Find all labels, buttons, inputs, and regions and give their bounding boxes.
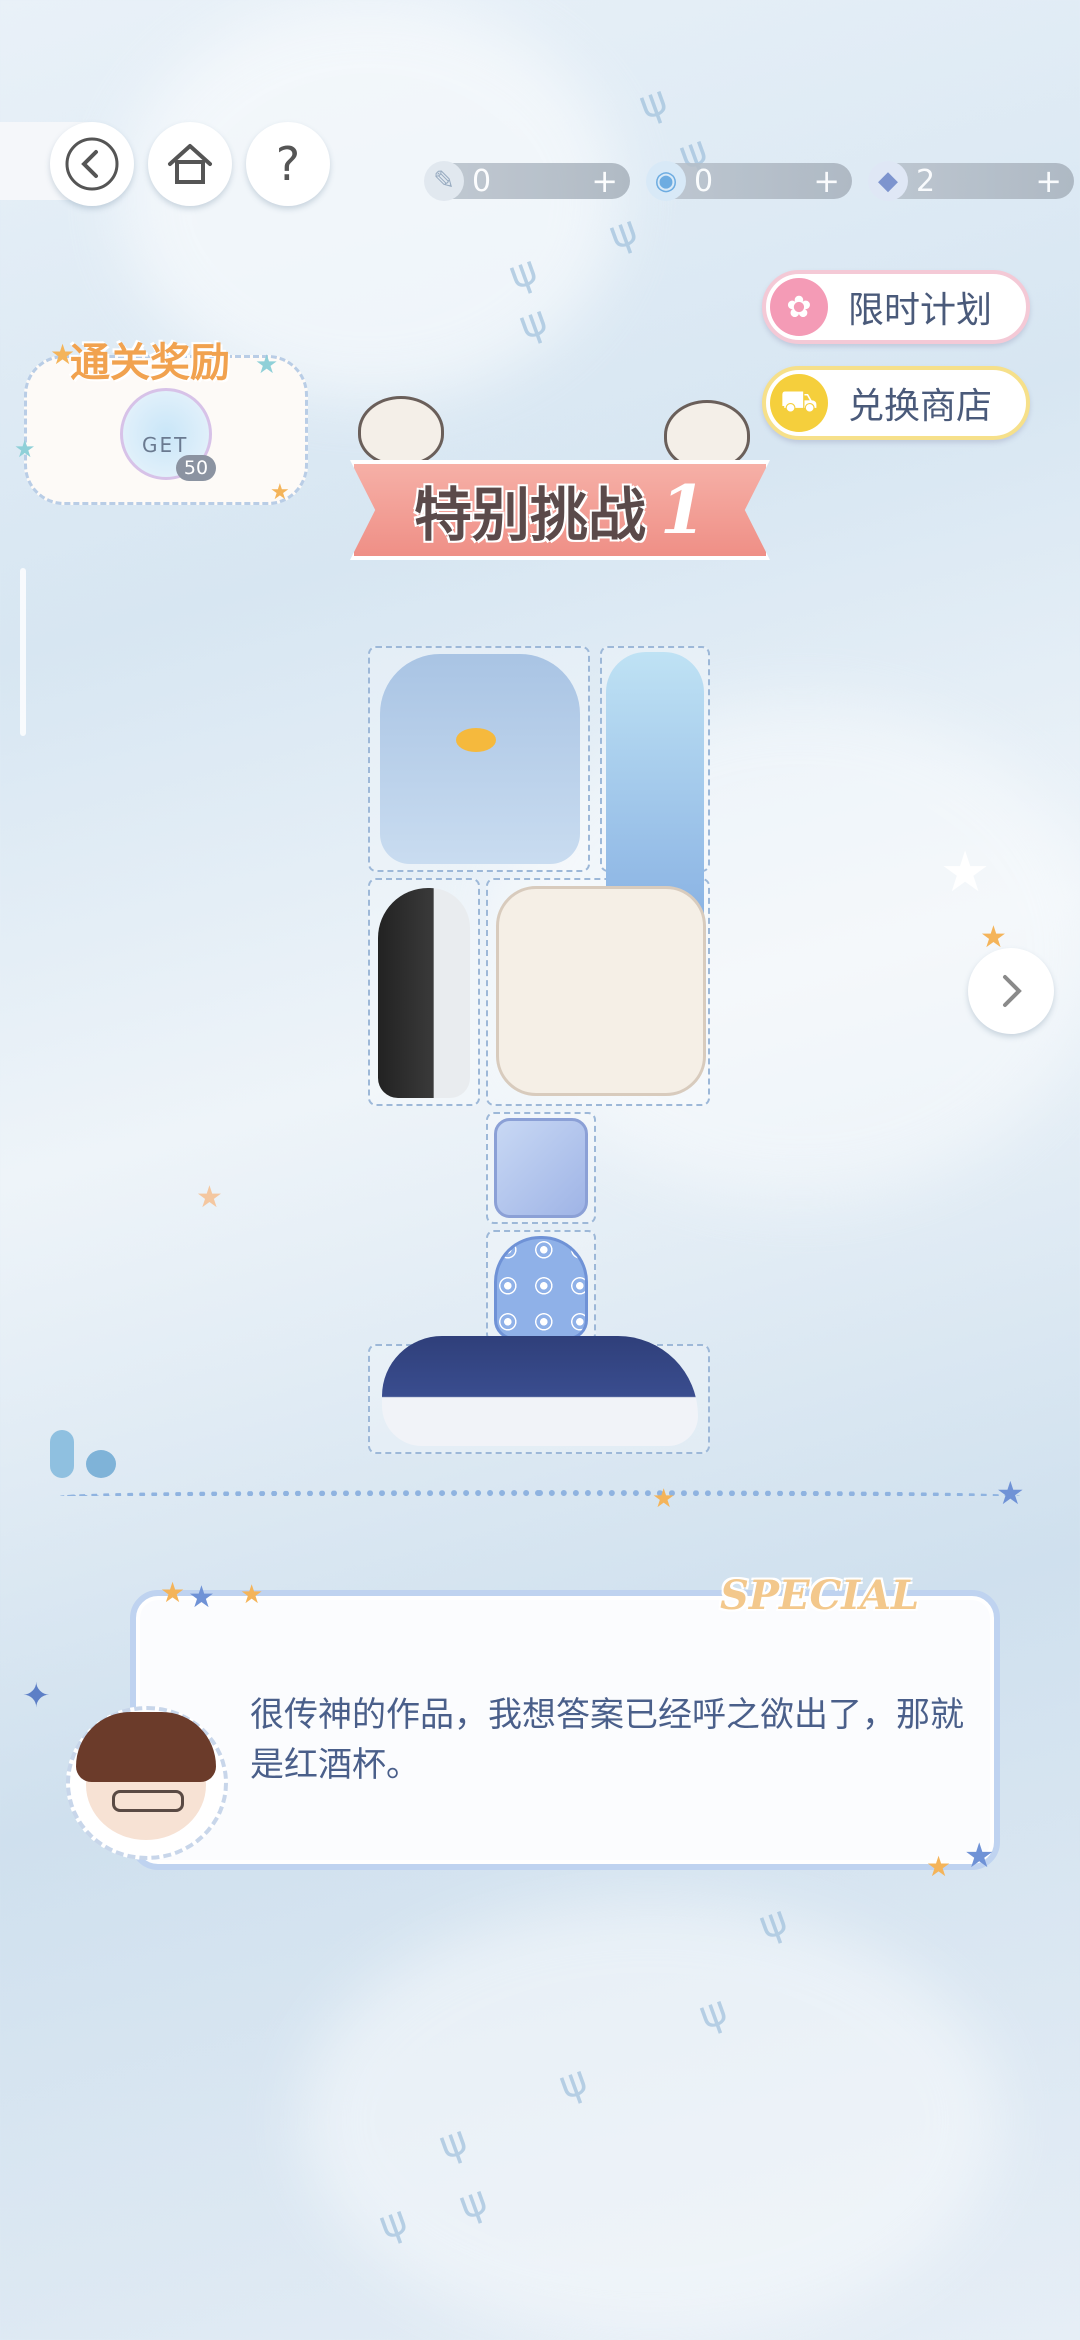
resource-brush[interactable]: ✎ 0 +: [424, 161, 630, 201]
star-icon: ★: [996, 1474, 1025, 1512]
resource-gem[interactable]: ◆ 2 +: [868, 161, 1074, 201]
brush-icon: ✎: [424, 161, 464, 201]
limited-plan-button[interactable]: ✿ 限时计划: [762, 270, 1030, 344]
polar-bear-piece[interactable]: [496, 886, 706, 1096]
star-icon: ★: [188, 1580, 215, 1615]
star-icon: ★: [980, 920, 1007, 955]
star-icon: ★: [240, 1580, 264, 1610]
star-icon: ★: [255, 350, 279, 380]
chevron-right-icon: [1003, 975, 1022, 1007]
lollipop-icon: ◉: [646, 161, 686, 201]
star-icon: ★: [270, 480, 290, 505]
blue-penguin-piece[interactable]: [380, 654, 580, 864]
plus-icon[interactable]: +: [591, 162, 618, 200]
bg-glow-bottom: [300, 1900, 1000, 2340]
gift-icon: ✿: [770, 278, 828, 336]
resource-value: 0: [472, 163, 492, 199]
resource-lollipop[interactable]: ◉ 0 +: [646, 161, 852, 201]
star-icon: ★: [926, 1850, 952, 1883]
limited-plan-label: 限时计划: [848, 290, 993, 331]
star-icon: ★: [14, 435, 36, 463]
help-button[interactable]: ?: [246, 122, 330, 206]
level-title: 特别挑战: [414, 481, 647, 549]
dialog-text: 很传神的作品，我想答案已经呼之欲出了，那就是红酒杯。: [250, 1695, 964, 1785]
star-icon: ★: [50, 338, 76, 371]
sliding-penguin-piece[interactable]: [382, 1336, 698, 1446]
home-button[interactable]: [148, 122, 232, 206]
level-number: 1: [660, 471, 706, 549]
star-icon: ★: [940, 840, 991, 905]
little-penguins-decoration: [50, 1430, 120, 1480]
penguin-beak: [456, 728, 496, 752]
level-title-banner: 特别挑战 1: [350, 460, 770, 560]
scroll-indicator[interactable]: [20, 568, 26, 736]
flower-egg-piece[interactable]: [494, 1236, 588, 1340]
dotted-path-decoration: [60, 1490, 1020, 1502]
star-icon: ★: [196, 1180, 223, 1215]
glasses-icon: [112, 1790, 184, 1812]
home-icon: [168, 144, 212, 184]
next-level-button[interactable]: [968, 948, 1054, 1034]
resource-value: 2: [916, 163, 936, 199]
help-icon: ?: [275, 137, 301, 191]
back-arrow-icon: [65, 137, 119, 191]
chick-mascot-right: [664, 400, 750, 470]
star-icon: ★: [160, 1576, 186, 1609]
special-badge: SPECIAL: [720, 1572, 920, 1619]
character-hair: [76, 1712, 216, 1782]
exchange-shop-label: 兑换商店: [848, 386, 993, 427]
plus-icon[interactable]: +: [1035, 162, 1062, 200]
star-icon: ★: [964, 1836, 995, 1876]
emperor-penguin-piece[interactable]: [378, 888, 470, 1098]
plus-icon[interactable]: +: [813, 162, 840, 200]
back-button[interactable]: [50, 122, 134, 206]
clear-reward-title: 通关奖励: [70, 340, 230, 386]
exchange-shop-button[interactable]: ⛟ 兑换商店: [762, 366, 1030, 440]
chick-mascot-left: [358, 396, 444, 466]
reward-count-badge: 50: [176, 455, 216, 481]
ice-cube-piece[interactable]: [494, 1118, 588, 1218]
reward-get-label: GET: [142, 433, 189, 457]
sparkle-icon: ✦: [22, 1676, 51, 1716]
gem-icon: ◆: [868, 161, 908, 201]
resource-value: 0: [694, 163, 714, 199]
cart-icon: ⛟: [770, 374, 828, 432]
footprint-decoration: ψ: [632, 76, 674, 130]
star-icon: ★: [652, 1484, 676, 1514]
